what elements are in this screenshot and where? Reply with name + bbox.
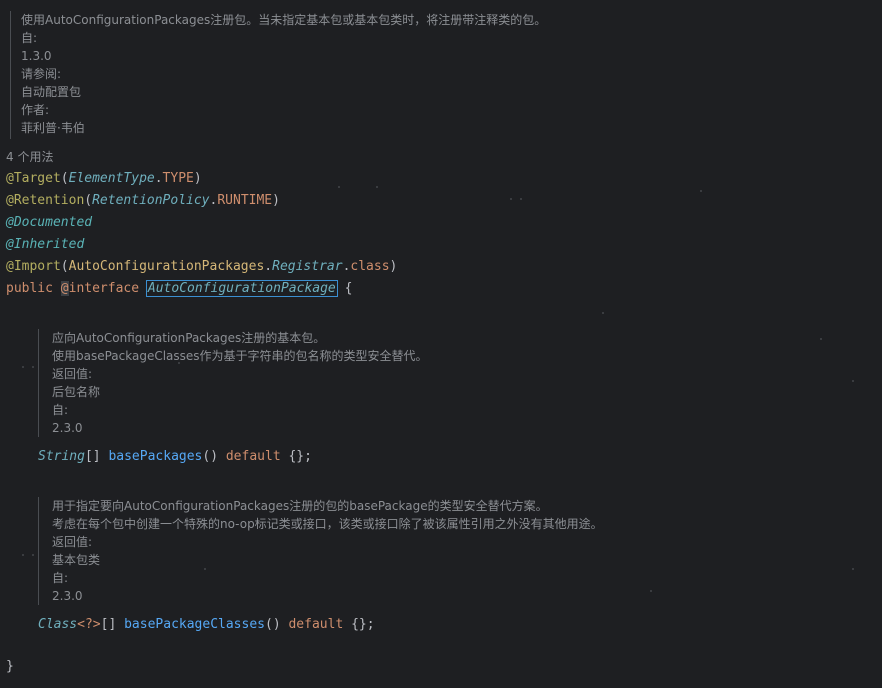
doc-line: 自: (52, 571, 69, 585)
paren: ( (60, 259, 69, 274)
code-line-basepackageclasses[interactable]: Class<?>[] basePackageClasses() default … (38, 614, 375, 636)
whitespace-dot (650, 590, 652, 592)
paren: ) (272, 193, 280, 208)
usages-hint[interactable]: 4 个用法 (6, 148, 53, 166)
annotation-target[interactable]: @Target (6, 171, 61, 186)
doc-line: 返回值: (52, 535, 93, 549)
code-editor[interactable]: 使用AutoConfigurationPackages注册包。当未指定基本包或基… (0, 0, 882, 688)
doc-line: 作者: (21, 103, 50, 117)
doc-line: 2.3.0 (52, 421, 83, 435)
parens: () (265, 617, 281, 632)
code-line-retention[interactable]: @Retention(RetentionPolicy.RUNTIME) (6, 190, 280, 212)
open-brace: { (344, 281, 353, 296)
whitespace-dot (852, 568, 854, 570)
whitespace-dot (32, 366, 34, 368)
keyword-interface: interface (68, 281, 140, 296)
default-value: {}; (351, 617, 375, 632)
whitespace-dot (32, 554, 34, 556)
method-basepackages[interactable]: basePackages (108, 449, 202, 464)
type-retentionpolicy[interactable]: RetentionPolicy (92, 193, 209, 208)
whitespace-dot (852, 380, 854, 382)
annotation-inherited[interactable]: @Inherited (6, 237, 84, 252)
whitespace-dot (700, 190, 702, 192)
whitespace-dot (510, 198, 512, 200)
code-line-target[interactable]: @Target(ElementType.TYPE) (6, 168, 202, 190)
doc-line: 考虑在每个包中创建一个特殊的no-op标记类或接口，该类或接口除了被该属性引用之… (52, 517, 603, 531)
class-registrar[interactable]: Registrar (272, 259, 342, 274)
keyword-default: default (288, 617, 344, 632)
javadoc-class: 使用AutoConfigurationPackages注册包。当未指定基本包或基… (10, 11, 546, 139)
keyword-default: default (225, 449, 281, 464)
doc-line: 用于指定要向AutoConfigurationPackages注册的包的base… (52, 499, 548, 513)
type-elementtype[interactable]: ElementType (69, 171, 155, 186)
code-line-documented[interactable]: @Documented (6, 212, 92, 234)
doc-link[interactable]: 自动配置包 (21, 83, 546, 101)
enum-type[interactable]: TYPE (163, 171, 194, 186)
paren: ) (389, 259, 398, 274)
whitespace-dot (376, 186, 378, 188)
doc-line: 使用basePackageClasses作为基于字符串的包名称的类型安全替代。 (52, 349, 428, 363)
keyword-at: @ (60, 281, 69, 296)
annotation-type-name[interactable]: AutoConfigurationPackage (145, 280, 338, 297)
code-line-basepackages[interactable]: String[] basePackages() default {}; (38, 446, 312, 468)
doc-line: 自: (21, 31, 38, 45)
whitespace-dot (520, 198, 522, 200)
code-line-close-brace[interactable]: } (6, 656, 14, 678)
close-brace: } (6, 659, 14, 674)
class-autoconfigurationpackages[interactable]: AutoConfigurationPackages (69, 259, 265, 274)
whitespace-dot (820, 338, 822, 340)
doc-line: 请参阅: (21, 67, 62, 81)
code-line-inherited[interactable]: @Inherited (6, 234, 84, 256)
javadoc-basepackageclasses: 用于指定要向AutoConfigurationPackages注册的包的base… (38, 497, 603, 605)
dot: . (154, 171, 163, 186)
whitespace-dot (22, 554, 24, 556)
whitespace-dot (338, 186, 340, 188)
doc-line: 菲利普·韦伯 (21, 121, 85, 135)
doc-line: 自: (52, 403, 69, 417)
code-line-declaration[interactable]: public @interface AutoConfigurationPacka… (6, 278, 352, 300)
paren: ( (60, 171, 69, 186)
array-brackets: [] (84, 449, 101, 464)
method-basepackageclasses[interactable]: basePackageClasses (124, 617, 265, 632)
whitespace-dot (22, 366, 24, 368)
annotation-documented[interactable]: @Documented (6, 215, 92, 230)
enum-runtime[interactable]: RUNTIME (217, 193, 272, 208)
generic-wildcard: <?> (77, 617, 101, 632)
parens: () (202, 449, 219, 464)
annotation-import[interactable]: @Import (6, 259, 61, 274)
array-brackets: [] (100, 617, 117, 632)
annotation-retention[interactable]: @Retention (6, 193, 84, 208)
type-string[interactable]: String (38, 449, 85, 464)
default-value: {}; (288, 449, 312, 464)
doc-line: 1.3.0 (21, 49, 52, 63)
doc-line: 后包名称 (52, 385, 101, 399)
doc-line: 应向AutoConfigurationPackages注册的基本包。 (52, 331, 326, 345)
dot: . (264, 259, 273, 274)
code-line-import[interactable]: @Import(AutoConfigurationPackages.Regist… (6, 256, 397, 278)
doc-line: 2.3.0 (52, 589, 83, 603)
paren: ) (193, 171, 202, 186)
doc-line: 使用AutoConfigurationPackages注册包。当未指定基本包或基… (21, 13, 547, 27)
paren: ( (84, 193, 93, 208)
keyword-class: class (350, 259, 390, 274)
type-class[interactable]: Class (38, 617, 77, 632)
whitespace-dot (602, 312, 604, 314)
keyword-public: public (6, 281, 53, 296)
doc-line: 基本包类 (52, 553, 101, 567)
javadoc-basepackages: 应向AutoConfigurationPackages注册的基本包。 使用bas… (38, 329, 428, 437)
doc-line: 返回值: (52, 367, 93, 381)
